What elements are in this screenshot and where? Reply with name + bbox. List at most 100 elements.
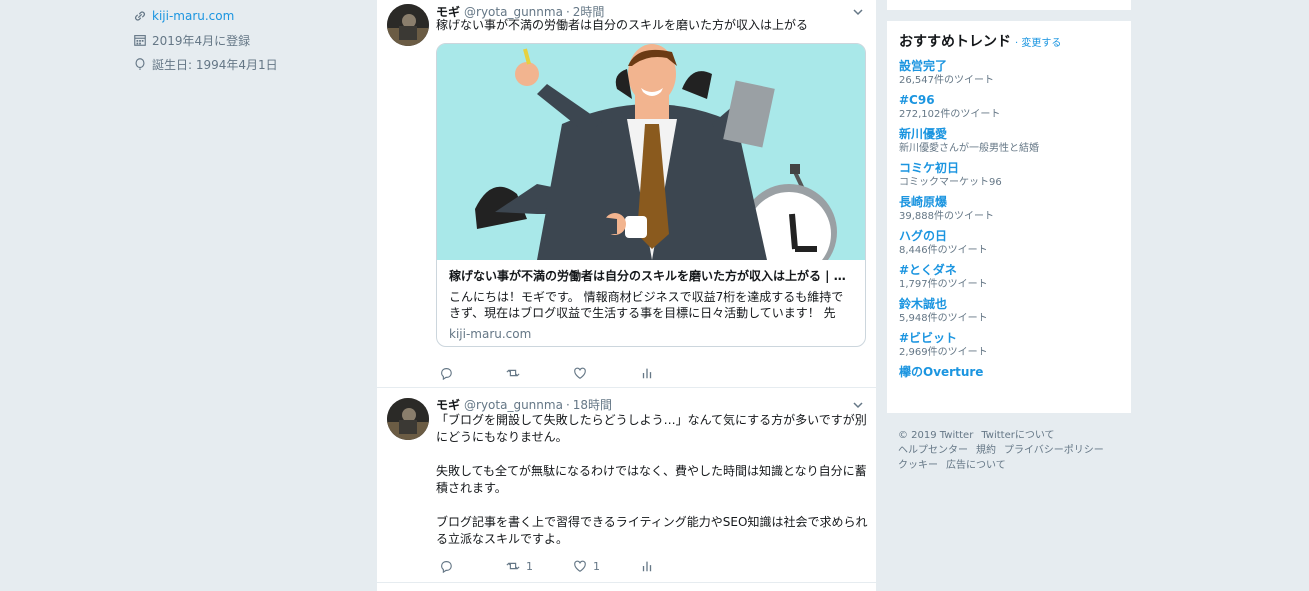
trend-name[interactable]: #とくダネ (899, 263, 1119, 278)
profile-website-link[interactable]: kiji-maru.com (152, 9, 234, 23)
trend-item[interactable]: 長崎原爆 39,888件のツイート (899, 195, 1119, 223)
tweet-header: モギ @ryota_gunnma · 18時間 (436, 396, 612, 413)
heart-icon (574, 367, 586, 379)
trend-meta: 272,102件のツイート (899, 109, 1001, 120)
trend-name[interactable]: #C96 (899, 93, 1119, 108)
profile-joined: 2019年4月に登録 (152, 33, 251, 48)
avatar-image (387, 4, 429, 46)
profile-birthday: 誕生日: 1994年4月1日 (152, 57, 278, 72)
trend-item[interactable]: #C96 272,102件のツイート (899, 93, 1119, 121)
top-module (887, 0, 1131, 10)
footer-link[interactable]: ヘルプセンター (898, 445, 968, 456)
trend-name[interactable]: 新川優愛 (899, 127, 1119, 142)
trends-change-link[interactable]: · 変更する (1015, 34, 1061, 49)
trend-item[interactable]: #とくダネ 1,797件のツイート (899, 263, 1119, 291)
profile-joined-row: 2019年4月に登録 (133, 28, 353, 52)
like-count: 1 (593, 559, 600, 573)
tweet-text-paragraph: ブログ記事を書く上で習得できるライティング能力やSEO知識は社会で求められる立派… (436, 515, 868, 546)
footer-line: ヘルプセンター 規約 プライバシーポリシー (898, 443, 1128, 458)
tweet-text-paragraph: 「ブログを開設して失敗したらどうしよう…」なんて気にする方が多いですが別にどうに… (436, 413, 867, 444)
reply-icon (441, 368, 452, 380)
balloon-icon (135, 58, 145, 70)
avatar-image (387, 398, 429, 440)
card-image (437, 44, 865, 260)
analytics-icon (642, 561, 652, 572)
trend-meta: 8,446件のツイート (899, 245, 988, 256)
footer-link[interactable]: プライバシーポリシー (1004, 445, 1104, 456)
analytics-icon (642, 368, 652, 379)
trend-item[interactable]: 設営完了 26,547件のツイート (899, 59, 1119, 87)
trend-meta: 2,969件のツイート (899, 347, 988, 358)
footer: © 2019 Twitter Twitterについて ヘルプセンター 規約 プライバシ… (898, 428, 1128, 473)
tweet[interactable]: モギ @ryota_gunnma · 18時間 「ブログを開設して失敗したらどう… (377, 388, 876, 583)
tweet-text-paragraph: 失敗しても全てが無駄になるわけではなく、費やした時間は知識となり自分に蓄積されま… (436, 464, 867, 495)
like-button[interactable]: 1 (573, 559, 640, 573)
trend-meta: 26,547件のツイート (899, 75, 994, 86)
trend-meta: 新川優愛さんが一般男性と結婚 (899, 143, 1039, 154)
trend-item[interactable]: 鈴木誠也 5,948件のツイート (899, 297, 1119, 325)
trend-name[interactable]: #ビビット (899, 331, 1119, 346)
retweet-icon (506, 562, 520, 570)
profile-website-row: kiji-maru.com (133, 4, 353, 28)
tweet-author-handle[interactable]: @ryota_gunnma (464, 398, 563, 412)
link-icon (135, 11, 145, 21)
avatar[interactable] (387, 398, 429, 440)
tweet-author-name[interactable]: モギ (436, 396, 460, 413)
calendar-icon (134, 35, 146, 46)
trend-item[interactable]: ハグの日 8,446件のツイート (899, 229, 1119, 257)
trend-item[interactable]: #ビビット 2,969件のツイート (899, 331, 1119, 359)
trend-name[interactable]: 欅のOverture (899, 365, 1119, 380)
avatar[interactable] (387, 4, 429, 46)
card-domain: kiji-maru.com (449, 327, 532, 341)
trend-meta: コミックマーケット96 (899, 177, 1002, 188)
footer-link[interactable]: 規約 (976, 445, 996, 456)
analytics-button[interactable] (640, 366, 707, 380)
retweet-button[interactable]: 1 (506, 559, 573, 573)
trends-title: おすすめトレンド (899, 34, 1011, 50)
reply-icon (441, 561, 452, 573)
trend-name[interactable]: コミケ初日 (899, 161, 1119, 176)
footer-line: © 2019 Twitter Twitterについて (898, 428, 1128, 443)
card-title[interactable]: 稼げない事が不満の労働者は自分のスキルを磨いた方が収入は上がる | き... (449, 268, 853, 284)
trend-list: 設営完了 26,547件のツイート #C96 272,102件のツイート 新川優愛 新川優… (899, 59, 1119, 380)
trend-name[interactable]: 長崎原爆 (899, 195, 1119, 210)
trend-meta: 39,888件のツイート (899, 211, 994, 222)
trend-name[interactable]: 設営完了 (899, 59, 1119, 74)
footer-link[interactable]: Twitterについて (981, 430, 1054, 441)
chevron-down-icon[interactable] (852, 399, 864, 411)
card-description: こんにちは！モギです。 情報商材ビジネスで収益7桁を達成するも維持できず、現在は… (449, 290, 844, 320)
profile-info: kiji-maru.com 2019年4月に登録 誕生日: 1994年4月1日 (133, 4, 353, 76)
footer-link[interactable]: クッキー (898, 460, 938, 471)
footer-link[interactable]: 広告について (946, 460, 1006, 471)
tweet-actions (439, 366, 707, 380)
tweet-text-paragraph: 稼げない事が不満の労働者は自分のスキルを磨いた方が収入は上がる (436, 18, 809, 32)
tweet-timestamp[interactable]: 18時間 (573, 396, 612, 413)
trend-item[interactable]: コミケ初日 コミックマーケット96 (899, 161, 1119, 189)
profile-birthday-row: 誕生日: 1994年4月1日 (133, 52, 353, 76)
reply-button[interactable] (439, 559, 506, 573)
timeline: モギ @ryota_gunnma · 2時間 稼げない事が不満の労働者は自分のス… (377, 0, 876, 591)
trend-name[interactable]: 鈴木誠也 (899, 297, 1119, 312)
separator-dot: · (565, 398, 570, 412)
like-button[interactable] (573, 366, 640, 380)
retweet-icon (506, 369, 520, 377)
reply-button[interactable] (439, 366, 506, 380)
footer-line: クッキー 広告について (898, 458, 1128, 473)
heart-icon (574, 560, 586, 572)
link-card[interactable]: 稼げない事が不満の労働者は自分のスキルを磨いた方が収入は上がる | き... こ… (436, 43, 866, 347)
trend-item[interactable]: 欅のOverture (899, 365, 1119, 380)
trend-name[interactable]: ハグの日 (899, 229, 1119, 244)
analytics-button[interactable] (640, 559, 707, 573)
trend-meta: 5,948件のツイート (899, 313, 988, 324)
tweet-actions: 1 1 (439, 559, 707, 573)
trends-module: おすすめトレンド · 変更する 設営完了 26,547件のツイート #C96 272,… (887, 21, 1131, 413)
tweet-text: 「ブログを開設して失敗したらどうしよう…」なんて気にする方が多いですが別にどうに… (436, 412, 868, 548)
tweet[interactable]: モギ @ryota_gunnma · 2時間 稼げない事が不満の労働者は自分のス… (377, 0, 876, 388)
businessman-illustration (437, 44, 865, 260)
trend-meta: 1,797件のツイート (899, 279, 988, 290)
retweet-count: 1 (526, 559, 533, 573)
footer-link[interactable]: © 2019 Twitter (898, 430, 973, 441)
retweet-button[interactable] (506, 366, 573, 380)
tweet-text: 稼げない事が不満の労働者は自分のスキルを磨いた方が収入は上がる (436, 17, 868, 34)
trend-item[interactable]: 新川優愛 新川優愛さんが一般男性と結婚 (899, 127, 1119, 155)
